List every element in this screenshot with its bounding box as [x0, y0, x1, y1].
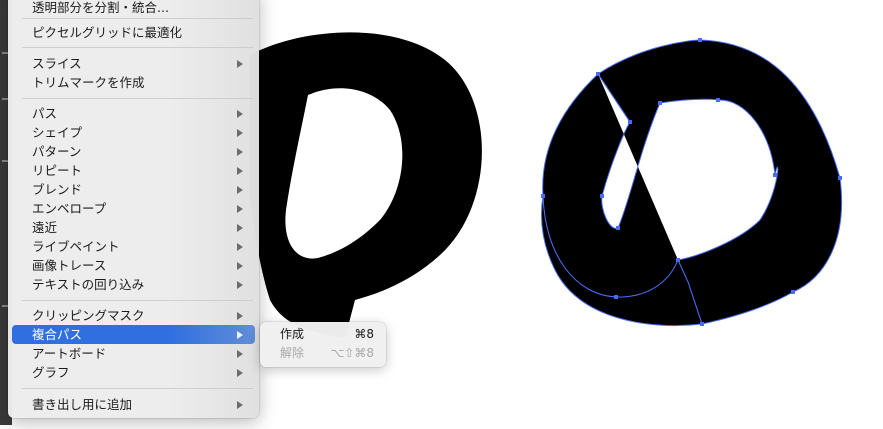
menu-item-label: 画像トレース	[32, 258, 107, 273]
menu-separator	[22, 18, 253, 19]
menu-item-label: ライブペイント	[32, 239, 120, 254]
menu-item-clipping-mask[interactable]: クリッピングマスク	[12, 306, 255, 325]
menu-item-trim-marks[interactable]: トリムマークを作成	[12, 73, 255, 92]
menu-item-label: クリッピングマスク	[32, 308, 145, 323]
menu-item-live-paint[interactable]: ライブペイント	[12, 237, 255, 256]
submenu-arrow-icon	[237, 167, 243, 175]
menu-item-label: 透明部分を分割・統合...	[32, 0, 169, 15]
glyph-left[interactable]	[250, 32, 482, 338]
menu-item-label: リピート	[32, 163, 83, 178]
menu-item-label: 複合パス	[32, 327, 83, 342]
menu-item-add-to-export[interactable]: 書き出し用に追加	[12, 395, 255, 414]
menu-item-label: スライス	[32, 56, 82, 71]
submenu-arrow-icon	[237, 262, 243, 270]
submenu-arrow-icon	[237, 401, 243, 409]
menu-separator	[22, 300, 253, 301]
submenu-arrow-icon	[237, 110, 243, 118]
menu-item-label: テキストの回り込み	[32, 277, 145, 292]
submenu-arrow-icon	[237, 243, 243, 251]
menu-separator	[22, 98, 253, 99]
menu-item-label: パターン	[32, 144, 82, 159]
menu-item-graph[interactable]: グラフ	[12, 363, 255, 382]
submenu-arrow-icon	[237, 312, 243, 320]
menu-item-label: ブレンド	[32, 182, 83, 197]
submenu-item-label: 解除	[280, 346, 305, 360]
menu-item-label: パス	[32, 106, 58, 121]
submenu-arrow-icon	[237, 331, 243, 339]
submenu-arrow-icon	[237, 281, 243, 289]
submenu-arrow-icon	[237, 186, 243, 194]
menu-item-slice[interactable]: スライス	[12, 54, 255, 73]
submenu-item-release[interactable]: 解除 ⌥⇧⌘8	[264, 344, 382, 363]
menu-item-label: 遠近	[32, 220, 58, 235]
menu-separator	[22, 47, 253, 48]
menu-separator	[22, 388, 253, 389]
submenu-arrow-icon	[237, 205, 243, 213]
menu-item-compound-path[interactable]: 複合パス	[12, 325, 255, 344]
menu-item-pixel-grid[interactable]: ピクセルグリッドに最適化	[12, 23, 255, 42]
object-menu-dropdown: 透明部分を分割・統合... ピクセルグリッドに最適化 スライス トリムマークを作…	[8, 0, 259, 418]
menu-item-image-trace[interactable]: 画像トレース	[12, 256, 255, 275]
menu-item-pattern[interactable]: パターン	[12, 142, 255, 161]
menu-item-perspective[interactable]: 遠近	[12, 218, 255, 237]
menu-item-flatten-transparency[interactable]: 透明部分を分割・統合...	[12, 0, 255, 17]
menu-item-label: ピクセルグリッドに最適化	[32, 25, 183, 40]
menu-item-envelope[interactable]: エンベロープ	[12, 199, 255, 218]
submenu-arrow-icon	[237, 129, 243, 137]
submenu-arrow-icon	[237, 148, 243, 156]
menu-item-shape[interactable]: シェイプ	[12, 123, 255, 142]
submenu-item-label: 作成	[280, 327, 305, 341]
menu-item-repeat[interactable]: リピート	[12, 161, 255, 180]
submenu-arrow-icon	[237, 369, 243, 377]
menu-item-label: 書き出し用に追加	[32, 397, 133, 412]
submenu-arrow-icon	[237, 60, 243, 68]
menu-item-label: トリムマークを作成	[32, 75, 145, 90]
menu-item-blend[interactable]: ブレンド	[12, 180, 255, 199]
shortcut-label: ⌥⇧⌘8	[330, 346, 374, 360]
submenu-item-make[interactable]: 作成 ⌘8	[264, 325, 382, 344]
submenu-arrow-icon	[237, 350, 243, 358]
submenu-arrow-icon	[237, 224, 243, 232]
menu-item-label: エンベロープ	[32, 201, 107, 216]
menu-item-path[interactable]: パス	[12, 104, 255, 123]
menu-item-label: グラフ	[32, 365, 70, 380]
menu-item-text-wrap[interactable]: テキストの回り込み	[12, 275, 255, 294]
shortcut-label: ⌘8	[354, 327, 374, 341]
glyph-right-selected[interactable]	[540, 38, 843, 327]
compound-path-submenu: 作成 ⌘8 解除 ⌥⇧⌘8	[260, 322, 386, 367]
menu-item-label: シェイプ	[32, 125, 83, 140]
menu-item-label: アートボード	[32, 346, 107, 361]
menu-item-artboard[interactable]: アートボード	[12, 344, 255, 363]
